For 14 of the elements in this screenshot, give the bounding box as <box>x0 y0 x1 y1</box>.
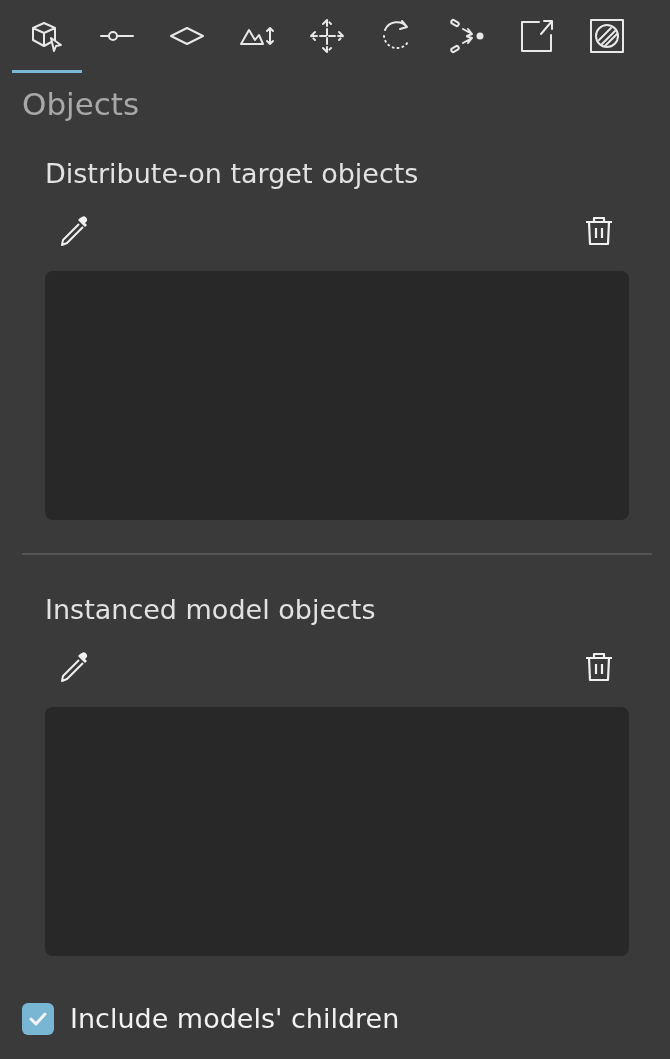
terrain-height-icon <box>239 25 275 46</box>
checkbox-label: Include models' children <box>70 1002 400 1036</box>
check-icon <box>29 1012 47 1026</box>
checkbox[interactable] <box>22 1003 54 1035</box>
section-title: Distribute-on target objects <box>45 157 419 191</box>
point-on-line-icon <box>99 28 135 43</box>
diamond-icon <box>169 26 205 45</box>
trash-icon <box>583 214 615 248</box>
converge-arrows-icon <box>449 17 485 54</box>
trash-icon <box>583 650 615 684</box>
move-arrows-icon <box>309 17 345 54</box>
export-icon <box>519 17 555 54</box>
panel-title: Objects <box>22 85 140 123</box>
section-title: Instanced model objects <box>45 593 376 627</box>
